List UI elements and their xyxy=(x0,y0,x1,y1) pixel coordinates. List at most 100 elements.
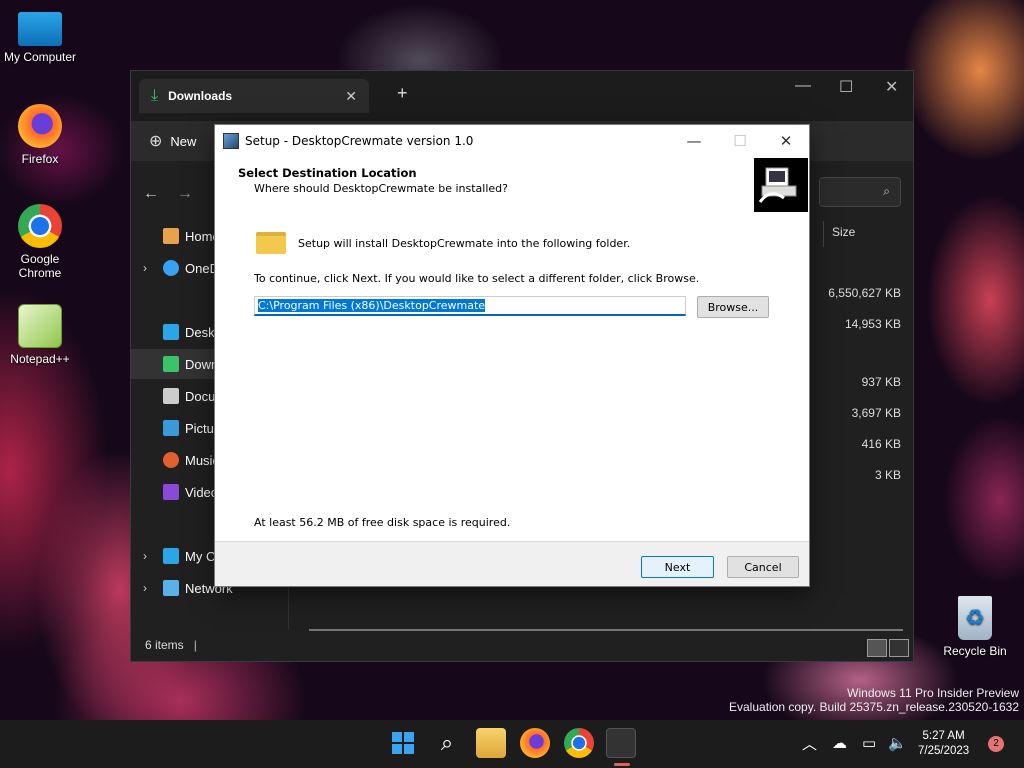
network-icon[interactable]: ▭ xyxy=(862,734,876,752)
close-tab-icon[interactable]: ✕ xyxy=(345,88,357,105)
search-box[interactable]: ⌕ xyxy=(819,177,901,207)
status-divider: | xyxy=(193,638,197,652)
minimize-icon[interactable]: — xyxy=(795,77,811,95)
file-explorer-taskbar-button[interactable] xyxy=(476,728,506,758)
clock-date: 7/25/2023 xyxy=(918,745,970,757)
desktop-icon-recycle-bin[interactable]: ♻ Recycle Bin xyxy=(935,596,1015,658)
file-size: 416 KB xyxy=(861,437,901,451)
notification-badge[interactable]: 2 xyxy=(988,736,1004,752)
firefox-icon xyxy=(18,104,62,148)
continue-instructions: To continue, click Next. If you would li… xyxy=(254,272,700,285)
chrome-taskbar-button[interactable] xyxy=(564,728,594,758)
page-title: Select Destination Location xyxy=(238,166,417,180)
cloud-icon xyxy=(163,260,179,276)
tiles-view-button[interactable] xyxy=(889,639,909,657)
desktop-icon-label: Google Chrome xyxy=(18,252,62,280)
forward-arrow-icon[interactable]: → xyxy=(177,185,193,203)
destination-path-input[interactable]: C:\Program Files (x86)\DesktopCrewmate xyxy=(254,296,686,316)
desktop-icon-my-computer[interactable]: My Computer xyxy=(0,8,80,64)
watermark-line: Windows 11 Pro Insider Preview xyxy=(847,686,1019,700)
setup-title-bar: Setup - DesktopCrewmate version 1.0 — ☐ … xyxy=(215,125,809,156)
setup-header: Select Destination Location Where should… xyxy=(215,156,809,218)
nav-label: My C xyxy=(185,548,216,564)
cloud-offline-icon[interactable]: ☁ xyxy=(832,734,847,752)
music-icon xyxy=(163,452,179,468)
details-view-button[interactable] xyxy=(867,639,887,657)
desktop-icon-chrome[interactable]: Google Chrome xyxy=(0,204,80,280)
install-description: Setup will install DesktopCrewmate into … xyxy=(298,237,631,250)
new-tab-button[interactable]: + xyxy=(397,83,408,104)
status-bar: 6 items | xyxy=(131,629,913,661)
chrome-icon xyxy=(18,204,62,248)
computer-install-icon xyxy=(758,167,797,203)
firefox-taskbar-button[interactable] xyxy=(520,728,550,758)
mouse-cursor-icon xyxy=(584,476,590,494)
home-icon xyxy=(163,228,179,244)
search-icon: ⌕ xyxy=(883,184,890,198)
installer-logo-icon xyxy=(754,158,808,212)
desktop-icon-notepadpp[interactable]: Notepad++ xyxy=(0,304,80,366)
windows-logo-icon xyxy=(404,744,414,754)
chevron-up-icon[interactable]: ︿ xyxy=(802,733,817,754)
search-icon: ⌕ xyxy=(440,730,454,755)
browse-button[interactable]: Browse... xyxy=(697,296,769,318)
next-button[interactable]: Next xyxy=(641,556,714,578)
close-icon[interactable]: ✕ xyxy=(763,125,809,156)
maximize-icon: ☐ xyxy=(733,131,747,150)
notepadpp-icon xyxy=(18,304,62,348)
search-taskbar-button[interactable]: ⌕ xyxy=(432,728,462,758)
new-button[interactable]: New xyxy=(170,134,196,149)
close-icon[interactable]: ✕ xyxy=(885,77,898,97)
windows-logo-icon xyxy=(392,732,402,742)
taskbar: ⌕ ︿ ☁ ▭ 🔈 5:27 AM 7/25/2023 xyxy=(0,720,1024,768)
chevron-right-icon[interactable]: › xyxy=(143,261,147,275)
desktop-icon xyxy=(163,324,179,340)
file-size: 3,697 KB xyxy=(851,406,901,420)
clock-time: 5:27 AM xyxy=(922,730,965,742)
setup-footer: Next Cancel xyxy=(215,541,809,586)
desktop-icon-label: Firefox xyxy=(21,152,59,166)
setup-title: Setup - DesktopCrewmate version 1.0 xyxy=(245,133,474,148)
file-size: 3 KB xyxy=(874,468,901,482)
chevron-right-icon[interactable]: › xyxy=(143,581,147,595)
minimize-icon[interactable]: — xyxy=(671,125,717,156)
file-size: 937 KB xyxy=(861,375,901,389)
windows-logo-icon xyxy=(404,732,414,742)
destination-path-value: C:\Program Files (x86)\DesktopCrewmate xyxy=(258,299,486,312)
volume-icon[interactable]: 🔈 xyxy=(888,734,907,752)
monitor-icon xyxy=(18,12,62,46)
document-icon xyxy=(163,388,179,404)
chevron-right-icon[interactable]: › xyxy=(143,549,147,563)
nav-label: Docu xyxy=(185,388,216,404)
download-icon: ⤓ xyxy=(151,87,159,104)
back-arrow-icon[interactable]: ← xyxy=(143,185,159,203)
tab-title: Downloads xyxy=(168,89,233,103)
desktop-icon-label: My Computer xyxy=(3,50,77,64)
desktop-icon-label: Recycle Bin xyxy=(943,644,1007,658)
plus-circle-icon: ⊕ xyxy=(149,133,163,150)
maximize-icon[interactable]: ☐ xyxy=(839,77,853,97)
start-button[interactable] xyxy=(388,728,418,758)
setup-body: Setup will install DesktopCrewmate into … xyxy=(215,218,809,541)
setup-app-icon xyxy=(223,132,239,149)
network-icon xyxy=(163,580,179,596)
item-count: 6 items xyxy=(145,638,184,652)
page-subtitle: Where should DesktopCrewmate be installe… xyxy=(254,182,508,195)
desktop-icon-firefox[interactable]: Firefox xyxy=(0,104,80,166)
disk-space-requirement: At least 56.2 MB of free disk space is r… xyxy=(254,516,511,529)
download-icon xyxy=(163,356,179,372)
active-app-indicator xyxy=(614,763,630,766)
setup-taskbar-button[interactable] xyxy=(606,728,636,758)
monitor-icon xyxy=(163,548,179,564)
tab-downloads[interactable]: ⤓ Downloads ✕ xyxy=(139,79,369,113)
clock[interactable]: 5:27 AM 7/25/2023 xyxy=(918,729,969,759)
explorer-tab-bar: ⤓ Downloads ✕ + — ☐ ✕ xyxy=(131,71,913,121)
cancel-button[interactable]: Cancel xyxy=(727,556,799,578)
watermark-line: Evaluation copy. Build 25375.zn_release.… xyxy=(729,700,1019,714)
recycle-bin-icon: ♻ xyxy=(958,596,992,640)
desktop-icon-label: Notepad++ xyxy=(10,352,70,366)
os-watermark: Windows 11 Pro Insider Preview Evaluatio… xyxy=(729,686,1019,714)
column-header-size[interactable]: Size xyxy=(823,221,905,247)
windows-logo-icon xyxy=(392,744,402,754)
picture-icon xyxy=(163,420,179,436)
